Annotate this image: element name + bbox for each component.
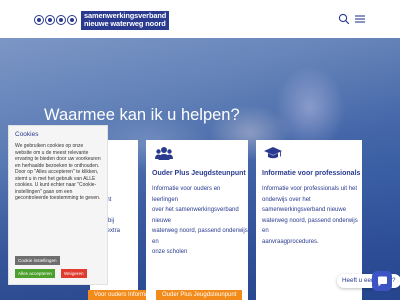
card-title: Informatie voor professionals	[262, 170, 361, 177]
card-ouder-plus: Ouder Plus Jeugdsteunpunt Informatie voo…	[146, 140, 248, 300]
logo-line-2: nieuwe waterweg noord	[84, 19, 166, 28]
cookie-text: We gebruiken cookies op onze website om …	[15, 143, 101, 201]
card-text: Informatie voor ouders en leerlingen ove…	[152, 186, 248, 255]
logo-mark	[34, 15, 78, 25]
card-button-ouder-plus[interactable]: Ouder Plus Jeugdsteunpunt	[156, 290, 243, 300]
card-title: Ouder Plus Jeugdsteunpunt	[152, 170, 246, 177]
chat-button[interactable]	[372, 271, 392, 291]
chat-icon	[377, 276, 387, 286]
cookie-consent-box: Cookies We gebruiken cookies op onze web…	[8, 125, 108, 285]
accept-all-button[interactable]: Alles accepteren	[15, 269, 55, 278]
graduation-cap-icon	[264, 147, 282, 159]
refuse-button[interactable]: Weigeren	[61, 269, 87, 278]
logo-text: samenwerkingsverband nieuwe waterweg noo…	[81, 10, 170, 30]
cookie-settings-button[interactable]: Cookie instellingen	[15, 256, 60, 265]
hero-title: Waarmee kan ik u helpen?	[44, 106, 240, 124]
cookie-title: Cookies	[15, 131, 39, 138]
site-logo[interactable]: samenwerkingsverband nieuwe waterweg noo…	[34, 10, 170, 30]
site-header: samenwerkingsverband nieuwe waterweg noo…	[0, 0, 400, 38]
search-icon[interactable]	[338, 13, 350, 25]
hamburger-menu-icon[interactable]	[354, 13, 366, 25]
card-text: Informatie voor professionals uit het on…	[262, 186, 358, 245]
users-group-icon	[155, 147, 173, 160]
